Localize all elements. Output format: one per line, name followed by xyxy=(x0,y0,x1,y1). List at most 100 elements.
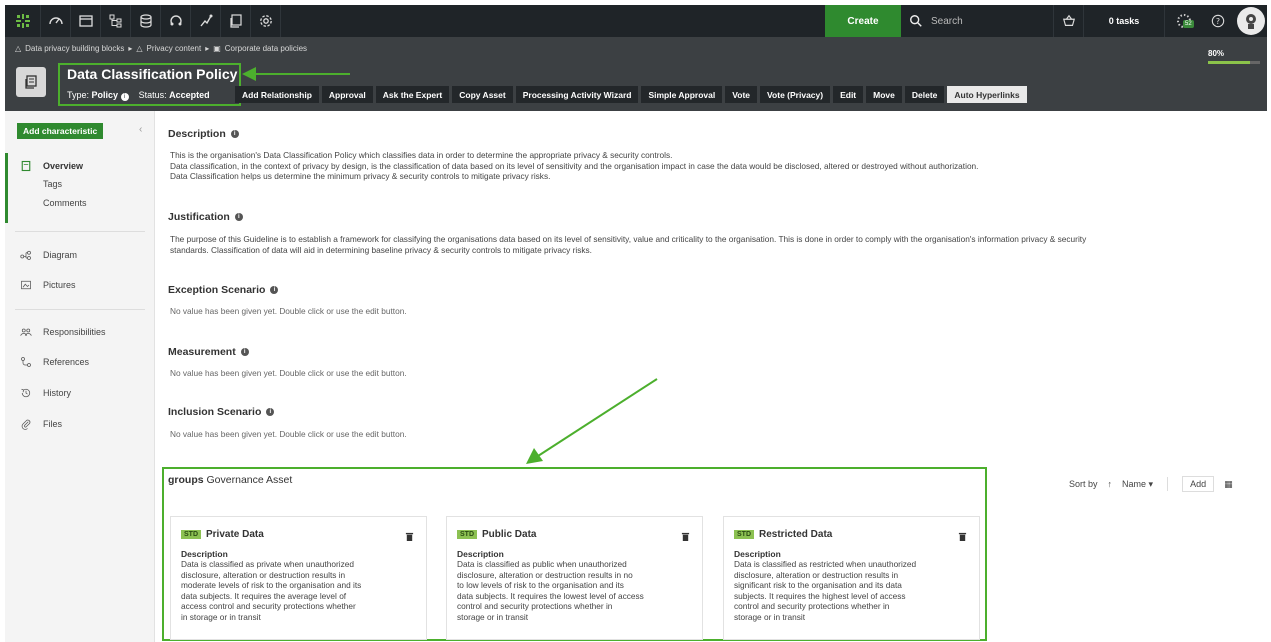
card-description-text: Data is classified as public when unauth… xyxy=(457,559,682,622)
auto-hyperlinks-button[interactable]: Auto Hyperlinks xyxy=(947,86,1027,103)
simple-approval-button[interactable]: Simple Approval xyxy=(641,86,723,103)
measurement-empty-text[interactable]: No value has been given yet. Double clic… xyxy=(170,368,407,379)
sidebar-item-label: Comments xyxy=(43,198,87,208)
text-line: significant risk to the organisation and… xyxy=(734,580,902,590)
hierarchy-icon[interactable] xyxy=(101,5,131,37)
section-title: Inclusion Scenario xyxy=(168,406,262,418)
card-title[interactable]: Public Data xyxy=(482,529,536,540)
lineage-icon[interactable] xyxy=(191,5,221,37)
card-title[interactable]: Private Data xyxy=(206,529,264,540)
group-prefix: groups xyxy=(168,474,204,486)
asset-type-badge: STD xyxy=(181,530,201,539)
activity-indicator[interactable]: 52 xyxy=(1168,5,1200,37)
sidebar-item-label: References xyxy=(43,357,90,367)
trash-icon[interactable] xyxy=(405,532,414,541)
dashboard-icon[interactable] xyxy=(41,5,71,37)
text-line: control and security protections whether… xyxy=(457,601,613,611)
info-icon[interactable]: i xyxy=(270,286,279,294)
text-line: This is the organisation's Data Classifi… xyxy=(170,150,673,160)
vote-button[interactable]: Vote xyxy=(725,86,758,103)
approval-button[interactable]: Approval xyxy=(321,86,373,103)
community-icon: △ xyxy=(15,44,22,53)
asset-card[interactable]: STD Public Data Description Data is clas… xyxy=(446,516,703,640)
search-field[interactable]: Search xyxy=(905,5,1055,37)
info-icon[interactable]: i xyxy=(240,348,249,356)
asset-title: Data Classification Policy xyxy=(67,66,238,82)
trash-icon[interactable] xyxy=(958,532,967,541)
info-icon[interactable]: i xyxy=(120,93,129,101)
description-heading: Description i xyxy=(168,128,239,140)
edit-button[interactable]: Edit xyxy=(833,86,864,103)
reports-icon[interactable] xyxy=(221,5,251,37)
user-avatar[interactable] xyxy=(1237,7,1265,35)
description-text[interactable]: This is the organisation's Data Classifi… xyxy=(170,150,1250,182)
database-icon[interactable] xyxy=(131,5,161,37)
collapse-sidebar-icon[interactable]: ‹ xyxy=(139,124,142,135)
add-button[interactable]: Add xyxy=(1182,476,1215,492)
create-button[interactable]: Create xyxy=(825,5,901,37)
catalog-icon[interactable] xyxy=(71,5,101,37)
info-icon[interactable]: i xyxy=(230,130,239,138)
sidebar-item-references[interactable]: References xyxy=(20,356,89,368)
info-icon[interactable]: i xyxy=(266,408,275,416)
exception-scenario-empty-text[interactable]: No value has been given yet. Double clic… xyxy=(170,306,407,317)
sort-direction-icon[interactable]: ↑ xyxy=(1108,479,1113,489)
sidebar-item-diagram[interactable]: Diagram xyxy=(20,249,77,261)
text-line: Data is classified as private when unaut… xyxy=(181,559,354,569)
justification-text[interactable]: The purpose of this Guideline is to esta… xyxy=(170,234,1260,255)
breadcrumb: △ Data privacy building blocks ▸ △ Priva… xyxy=(15,44,307,53)
sidebar-item-tags[interactable]: Tags xyxy=(20,179,62,189)
sort-field-value: Name xyxy=(1122,478,1147,489)
section-title: Measurement xyxy=(168,346,236,358)
text-line: Data Classification helps us determine t… xyxy=(170,171,551,181)
add-characteristic-button[interactable]: Add characteristic xyxy=(17,123,104,139)
section-title: Description xyxy=(168,128,226,140)
breadcrumb-item[interactable]: Data privacy building blocks xyxy=(25,44,124,53)
sidebar-item-pictures[interactable]: Pictures xyxy=(20,279,76,291)
trash-icon[interactable] xyxy=(681,532,690,541)
basket-icon[interactable] xyxy=(1053,5,1083,37)
section-title: Exception Scenario xyxy=(168,284,266,296)
inclusion-scenario-empty-text[interactable]: No value has been given yet. Double clic… xyxy=(170,429,407,440)
activity-badge: 52 xyxy=(1183,20,1194,28)
ask-the-expert-button[interactable]: Ask the Expert xyxy=(375,86,450,103)
type-value: Policy xyxy=(91,90,119,100)
asset-card[interactable]: STD Restricted Data Description Data is … xyxy=(723,516,980,640)
breadcrumb-item[interactable]: Corporate data policies xyxy=(225,44,307,53)
move-button[interactable]: Move xyxy=(866,86,902,103)
section-title: Justification xyxy=(168,211,230,223)
grid-view-icon[interactable]: ▦ xyxy=(1224,479,1233,490)
svg-text:?: ? xyxy=(1216,17,1220,26)
add-relationship-button[interactable]: Add Relationship xyxy=(235,86,319,103)
settings-icon[interactable] xyxy=(251,5,281,37)
sidebar-item-history[interactable]: History xyxy=(20,387,71,399)
text-line: The purpose of this Guideline is to esta… xyxy=(170,234,1087,244)
card-title[interactable]: Restricted Data xyxy=(759,529,832,540)
inclusion-scenario-heading: Inclusion Scenario i xyxy=(168,406,275,418)
breadcrumb-item[interactable]: Privacy content xyxy=(147,44,202,53)
sidebar: Add characteristic ‹ Overview Tags Comme… xyxy=(5,111,155,642)
sort-field-dropdown[interactable]: Name ▾ xyxy=(1122,479,1153,490)
sidebar-item-overview[interactable]: Overview xyxy=(20,160,83,172)
help-icon[interactable]: ? xyxy=(1203,5,1233,37)
justification-heading: Justification i xyxy=(168,211,243,223)
asset-card[interactable]: STD Private Data Description Data is cla… xyxy=(170,516,427,640)
text-line: data subjects. It requires the average l… xyxy=(181,590,347,601)
app-logo-icon[interactable] xyxy=(5,5,41,37)
copy-asset-button[interactable]: Copy Asset xyxy=(452,86,513,103)
text-line: Data is classified as restricted when un… xyxy=(734,559,917,569)
info-icon[interactable]: i xyxy=(234,213,243,221)
processing-activity-wizard-button[interactable]: Processing Activity Wizard xyxy=(515,86,639,103)
delete-button[interactable]: Delete xyxy=(904,86,945,103)
sidebar-item-responsibilities[interactable]: Responsibilities xyxy=(20,326,106,338)
workflow-icon[interactable] xyxy=(161,5,191,37)
text-line: disclosure, alteration or destruction re… xyxy=(734,569,899,580)
card-header: STD Public Data xyxy=(457,529,536,540)
sidebar-item-label: Overview xyxy=(43,161,84,171)
card-description-label: Description xyxy=(181,549,228,559)
vote-privacy-button[interactable]: Vote (Privacy) xyxy=(760,86,831,103)
sidebar-item-comments[interactable]: Comments xyxy=(20,198,87,208)
active-section-indicator xyxy=(5,153,8,223)
sidebar-item-files[interactable]: Files xyxy=(20,418,62,430)
tasks-button[interactable]: 0 tasks xyxy=(1083,5,1165,37)
